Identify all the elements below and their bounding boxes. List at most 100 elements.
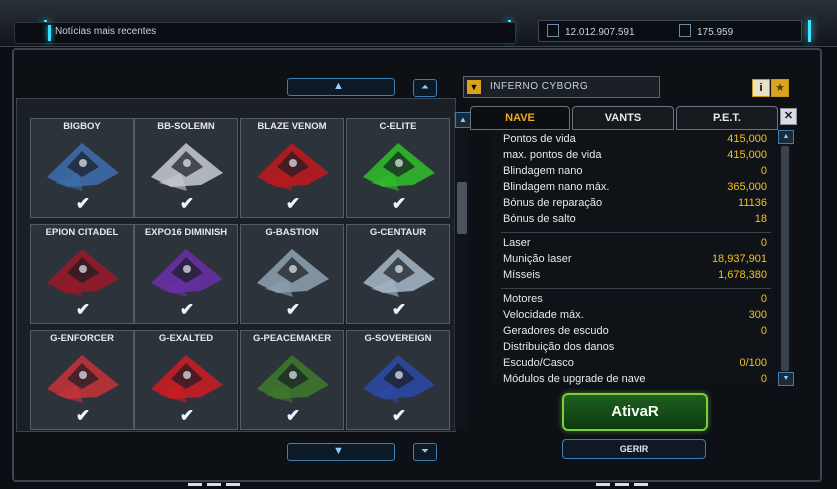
check-icon: ✔ (179, 194, 195, 213)
ship-tile[interactable]: G-EXALTED ✔ (134, 330, 238, 430)
stat-value: 415,000 (727, 149, 767, 161)
ship-tile[interactable]: BLAZE VENOM ✔ (240, 118, 344, 218)
stat-row: Munição laser 18,937,901 (493, 252, 775, 268)
scroll-up-arrow[interactable]: ▲ (455, 112, 471, 128)
ship-list-page-up-button[interactable]: ⏶ (413, 79, 437, 97)
stat-label: Bónus de reparação (503, 197, 603, 209)
ship-image (257, 355, 329, 403)
stat-row: Velocidade máx. 300 (493, 308, 775, 324)
ship-tile[interactable]: BIGBOY ✔ (30, 118, 134, 218)
stat-label: Pontos de vida (503, 133, 576, 145)
info-button[interactable]: i (752, 79, 770, 97)
news-label: Notícias mais recentes (55, 26, 157, 37)
stat-row: Escudo/Casco 0/100 (493, 356, 775, 372)
stat-value: 0 (760, 165, 767, 177)
ship-name: G-CENTAUR (369, 227, 427, 238)
dropdown-arrow-icon: ▼ (467, 80, 481, 94)
stat-row: Laser 0 (493, 236, 775, 252)
close-icon[interactable]: ✕ (780, 108, 797, 125)
stat-row: max. pontos de vida 415,000 (493, 148, 775, 164)
favorite-star-button[interactable]: ★ (771, 79, 789, 97)
stat-label: Distribuição dos danos (503, 341, 615, 353)
credits-display: 12.012.907.591 (547, 24, 635, 38)
tab-vants[interactable]: VANTS (572, 106, 674, 130)
ship-name: G-EXALTED (158, 333, 214, 344)
ship-name: EXPO16 DIMINISH (144, 227, 228, 238)
stat-value: 0 (760, 325, 767, 337)
check-icon: ✔ (75, 194, 91, 213)
stats-scroll-down[interactable]: ▼ (778, 372, 794, 386)
check-icon: ✔ (179, 300, 195, 319)
ship-list-page-down-button[interactable]: ⏷ (413, 443, 437, 461)
ship-name: BB-SOLEMN (157, 121, 215, 132)
ship-name: G-SOVEREIGN (364, 333, 432, 344)
stat-value: 11136 (738, 197, 767, 209)
ship-image (151, 143, 223, 191)
currency-bar: 12.012.907.591 175.959 (538, 20, 802, 42)
double-chevron-up-icon: ⏶ (421, 82, 429, 93)
stat-value: 1,678,380 (718, 269, 767, 281)
credits-icon (547, 24, 559, 37)
check-icon: ✔ (285, 406, 301, 425)
ship-name: BIGBOY (63, 121, 101, 132)
ship-selector-dropdown[interactable]: ▼ INFERNO CYBORG (463, 76, 660, 98)
stat-row: Geradores de escudo 0 (493, 324, 775, 340)
chevron-up-icon: ▲ (782, 133, 790, 140)
stat-row: Blindagem nano 0 (493, 164, 775, 180)
scroll-thumb[interactable] (457, 182, 467, 234)
stat-label: Bónus de salto (503, 213, 576, 225)
tab-pet[interactable]: P.E.T. (676, 106, 778, 130)
ship-tile[interactable]: G-CENTAUR ✔ (346, 224, 450, 324)
chevron-down-icon: ▼ (782, 375, 790, 382)
stat-value: 0/100 (739, 357, 767, 369)
ship-image (47, 143, 119, 191)
uridium-display: 175.959 (679, 24, 733, 38)
ship-tile[interactable]: G-ENFORCER ✔ (30, 330, 134, 430)
uridium-value: 175.959 (697, 27, 734, 38)
ticker-light (48, 25, 51, 41)
ship-tile[interactable]: C-ELITE ✔ (346, 118, 450, 218)
ship-name: BLAZE VENOM (257, 121, 327, 132)
ship-list-scroll-down-button[interactable]: ▼ (287, 443, 395, 461)
ship-name: EPION CITADEL (45, 227, 119, 238)
stat-value: 0 (760, 373, 767, 385)
ship-image (363, 143, 435, 191)
tab-nave[interactable]: NAVE (470, 106, 570, 130)
stat-value: 300 (748, 309, 767, 321)
stats-scrollbar[interactable]: ▲ ▼ (778, 130, 794, 386)
check-icon: ✔ (75, 406, 91, 425)
ship-image (151, 355, 223, 403)
ship-name: C-ELITE (379, 121, 417, 132)
stat-value: 18 (754, 213, 767, 225)
ship-tile[interactable]: G-PEACEMAKER ✔ (240, 330, 344, 430)
stat-label: Blindagem nano (503, 165, 583, 177)
stat-label: Mísseis (503, 269, 541, 281)
stat-value: 415,000 (727, 133, 767, 145)
chevron-up-icon: ▲ (333, 80, 344, 92)
stats-scroll-thumb[interactable] (781, 146, 789, 371)
ship-tile[interactable]: BB-SOLEMN ✔ (134, 118, 238, 218)
stats-scroll-up[interactable]: ▲ (778, 130, 794, 144)
ship-tile[interactable]: G-SOVEREIGN ✔ (346, 330, 450, 430)
ship-list-scrollbar[interactable]: ▲ (454, 112, 471, 430)
activate-button[interactable]: AtivaR (562, 393, 708, 431)
double-chevron-down-icon: ⏷ (421, 446, 429, 457)
manage-button[interactable]: GERIR (562, 439, 706, 459)
ship-tile[interactable]: EXPO16 DIMINISH ✔ (134, 224, 238, 324)
ship-list-scroll-up-button[interactable]: ▲ (287, 78, 395, 96)
ship-tile[interactable]: G-BASTION ✔ (240, 224, 344, 324)
ship-name: G-ENFORCER (50, 333, 114, 344)
ship-name: G-PEACEMAKER (252, 333, 332, 344)
stat-label: max. pontos de vida (503, 149, 602, 161)
check-icon: ✔ (391, 300, 407, 319)
detail-tabs: NAVE VANTS P.E.T. (470, 106, 778, 130)
check-icon: ✔ (391, 406, 407, 425)
stat-label: Módulos de upgrade de nave (503, 373, 646, 385)
news-ticker[interactable]: Notícias mais recentes (14, 22, 516, 44)
frame-light (808, 20, 811, 42)
stat-label: Geradores de escudo (503, 325, 609, 337)
ship-tile[interactable]: EPION CITADEL ✔ (30, 224, 134, 324)
stat-label: Velocidade máx. (503, 309, 584, 321)
ship-stats-panel: Pontos de vida 415,000 max. pontos de vida… (493, 130, 775, 385)
check-icon: ✔ (285, 194, 301, 213)
